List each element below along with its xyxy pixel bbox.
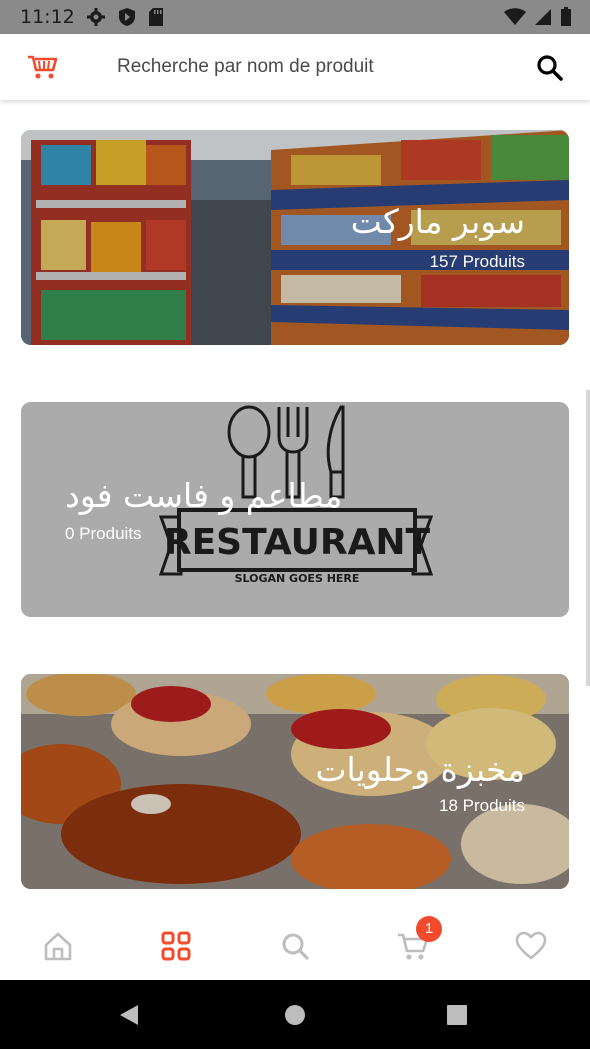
category-title: مطاعم و فاست فود xyxy=(65,476,343,515)
status-bar: 11:12 xyxy=(0,0,590,34)
wifi-icon xyxy=(504,8,526,30)
system-navigation-bar xyxy=(0,980,590,1049)
home-icon[interactable] xyxy=(42,930,76,964)
category-title: مخبزة وحلويات xyxy=(315,750,525,789)
category-card-bakery[interactable]: مخبزة وحلويات 18 Produits xyxy=(21,674,569,889)
status-time: 11:12 xyxy=(20,6,75,28)
category-product-count: 18 Produits xyxy=(439,796,525,815)
search-icon[interactable] xyxy=(279,930,313,964)
cart-badge: 1 xyxy=(416,916,442,942)
grid-icon[interactable] xyxy=(160,930,194,964)
battery-icon xyxy=(560,7,572,31)
home-circle-icon[interactable] xyxy=(284,1004,306,1030)
signal-icon xyxy=(534,8,552,30)
restaurant-logo-text: RESTAURANT xyxy=(164,522,431,563)
category-card-supermarket[interactable]: سوبر ماركت 157 Produits xyxy=(21,130,569,345)
category-card-restaurants[interactable]: RESTAURANT SLOGAN GOES HERE مطاعم و فاست… xyxy=(21,402,569,617)
category-product-count: 157 Produits xyxy=(429,252,525,271)
scrollbar[interactable] xyxy=(586,390,590,686)
shield-icon xyxy=(118,7,136,31)
search-input[interactable] xyxy=(105,48,517,86)
sd-card-icon xyxy=(148,7,164,31)
bottom-navigation: 1 xyxy=(0,910,590,980)
category-title: سوبر ماركت xyxy=(350,202,525,241)
recents-icon[interactable] xyxy=(447,1005,467,1029)
app-header xyxy=(0,34,590,100)
back-icon[interactable] xyxy=(118,1004,140,1030)
restaurant-logo-slogan: SLOGAN GOES HERE xyxy=(235,572,360,585)
search-icon[interactable] xyxy=(536,54,564,86)
heart-icon[interactable] xyxy=(515,930,549,964)
settings-icon xyxy=(86,7,106,31)
shopping-cart-logo-icon[interactable] xyxy=(27,54,58,84)
category-product-count: 0 Produits xyxy=(65,524,142,543)
